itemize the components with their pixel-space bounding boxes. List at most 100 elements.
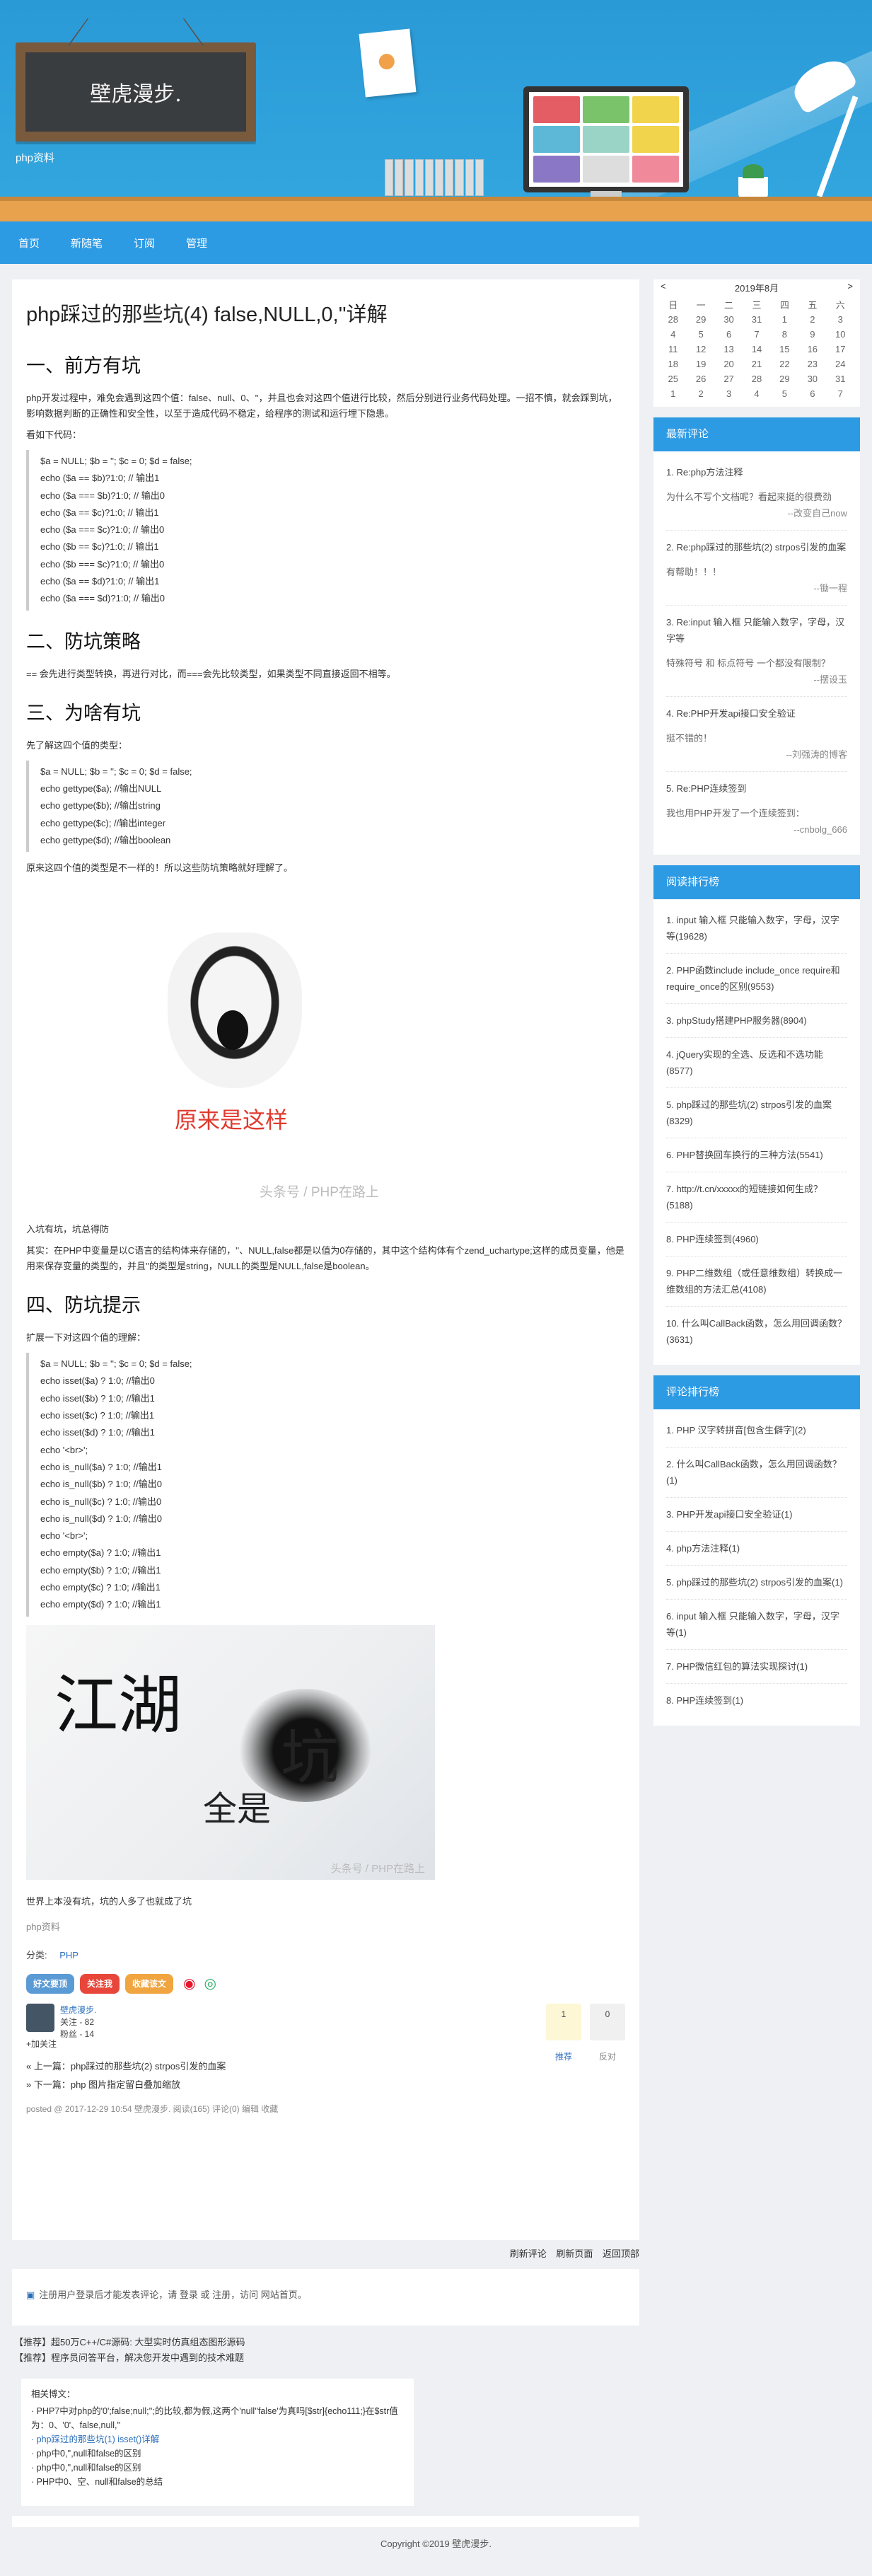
calendar-day[interactable]: 3 bbox=[827, 312, 854, 327]
calendar-day[interactable]: 17 bbox=[827, 342, 854, 357]
calendar-day[interactable]: 30 bbox=[715, 312, 743, 327]
bottom-spacer bbox=[12, 2516, 639, 2527]
calendar-day[interactable]: 18 bbox=[659, 357, 687, 371]
calendar-day[interactable]: 21 bbox=[743, 357, 770, 371]
weibo-icon[interactable]: ◉ bbox=[183, 1975, 195, 1992]
calendar-day[interactable]: 4 bbox=[743, 386, 770, 401]
recent-comment-title[interactable]: 3. Re:input 输入框 只能输入数字，字母，汉字等 bbox=[666, 614, 847, 647]
recent-comment-title[interactable]: 4. Re:PHP开发api接口安全验证 bbox=[666, 705, 847, 722]
ad-link[interactable]: 【推荐】程序员问答平台，解决您开发中遇到的技术难题 bbox=[14, 2352, 244, 2363]
recent-comment-title[interactable]: 2. Re:php踩过的那些坑(2) strpos引发的血案 bbox=[666, 539, 847, 555]
recent-comment-body: 挺不错的！ bbox=[666, 730, 847, 746]
calendar-day[interactable]: 12 bbox=[687, 342, 714, 357]
recent-comment-title[interactable]: 1. Re:php方法注释 bbox=[666, 464, 847, 480]
calendar-day[interactable]: 31 bbox=[827, 371, 854, 386]
calendar-day[interactable]: 7 bbox=[743, 327, 770, 342]
related-item[interactable]: · php中0,'',null和false的区别 bbox=[31, 2461, 404, 2475]
calendar-day[interactable]: 6 bbox=[715, 327, 743, 342]
follow-button[interactable]: 关注我 bbox=[80, 1974, 120, 1994]
read-rank-item[interactable]: 3. phpStudy搭建PHP服务器(8904) bbox=[666, 1004, 847, 1038]
refresh-comments-link[interactable]: 刷新评论 bbox=[510, 2248, 547, 2259]
read-rank-item[interactable]: 10. 什么叫CallBack函数，怎么用回调函数？(3631) bbox=[666, 1307, 847, 1356]
calendar-day[interactable]: 2 bbox=[798, 312, 826, 327]
calendar-day[interactable]: 7 bbox=[827, 386, 854, 401]
calendar-day[interactable]: 30 bbox=[798, 371, 826, 386]
calendar-day[interactable]: 29 bbox=[771, 371, 798, 386]
calendar-day[interactable]: 14 bbox=[743, 342, 770, 357]
comment-rank-item[interactable]: 5. php踩过的那些坑(2) strpos引发的血案(1) bbox=[666, 1566, 847, 1600]
read-rank-item[interactable]: 8. PHP连续签到(4960) bbox=[666, 1223, 847, 1257]
calendar-day[interactable]: 27 bbox=[715, 371, 743, 386]
read-rank-item[interactable]: 2. PHP函数include include_once require和req… bbox=[666, 954, 847, 1004]
calendar-day[interactable]: 5 bbox=[687, 327, 714, 342]
related-item[interactable]: · PHP中0、空、null和false的总结 bbox=[31, 2475, 404, 2489]
calendar-day[interactable]: 22 bbox=[771, 357, 798, 371]
calendar-day[interactable]: 19 bbox=[687, 357, 714, 371]
nav-home[interactable]: 首页 bbox=[18, 236, 40, 250]
read-rank-item[interactable]: 9. PHP二维数组（或任意维数组）转换成一维数组的方法汇总(4108) bbox=[666, 1257, 847, 1307]
calendar-day[interactable]: 5 bbox=[771, 386, 798, 401]
comment-rank-item[interactable]: 7. PHP微信红包的算法实现探讨(1) bbox=[666, 1650, 847, 1684]
avatar[interactable] bbox=[26, 2004, 54, 2032]
comment-rank-item[interactable]: 2. 什么叫CallBack函数，怎么用回调函数？(1) bbox=[666, 1448, 847, 1498]
read-rank-item[interactable]: 5. php踩过的那些坑(2) strpos引发的血案(8329) bbox=[666, 1088, 847, 1138]
prev-post-link[interactable]: « 上一篇：php踩过的那些坑(2) strpos引发的血案 bbox=[26, 2061, 226, 2072]
nav-new-post[interactable]: 新随笔 bbox=[71, 236, 103, 250]
category-link[interactable]: PHP bbox=[59, 1950, 79, 1960]
recent-comment-title[interactable]: 5. Re:PHP连续签到 bbox=[666, 780, 847, 797]
back-to-top-link[interactable]: 返回顶部 bbox=[603, 2248, 639, 2259]
author-fans: 关注 - 82 bbox=[60, 2017, 94, 2027]
calendar-day[interactable]: 15 bbox=[771, 342, 798, 357]
ad-link[interactable]: 【推荐】超50万C++/C#源码: 大型实时仿真组态图形源码 bbox=[14, 2337, 245, 2347]
wechat-icon[interactable]: ◎ bbox=[204, 1975, 216, 1992]
calendar-day[interactable]: 10 bbox=[827, 327, 854, 342]
read-rank-item[interactable]: 6. PHP替换回车换行的三种方法(5541) bbox=[666, 1138, 847, 1172]
digg-down[interactable]: 0 反对 bbox=[590, 2004, 625, 2040]
related-item[interactable]: · PHP7中对php的'0';false;null;'';的比较,都为假,这两… bbox=[31, 2404, 404, 2432]
comment-rank-item[interactable]: 8. PHP连续签到(1) bbox=[666, 1684, 847, 1717]
read-rank-item[interactable]: 7. http://t.cn/xxxxx的短链接如何生成？(5188) bbox=[666, 1172, 847, 1223]
related-item[interactable]: · php中0,'',null和false的区别 bbox=[31, 2447, 404, 2461]
comment-rank-item[interactable]: 3. PHP开发api接口安全验证(1) bbox=[666, 1498, 847, 1532]
calendar-day[interactable]: 8 bbox=[771, 327, 798, 342]
calendar-day[interactable]: 24 bbox=[827, 357, 854, 371]
calendar-day[interactable]: 3 bbox=[715, 386, 743, 401]
site-title[interactable]: 壁虎漫步. bbox=[90, 76, 182, 108]
calendar-day[interactable]: 16 bbox=[798, 342, 826, 357]
recommend-button[interactable]: 好文要顶 bbox=[26, 1974, 74, 1994]
next-month-icon[interactable]: > bbox=[847, 281, 853, 294]
calendar-day[interactable]: 31 bbox=[743, 312, 770, 327]
calendar-day[interactable]: 2 bbox=[687, 386, 714, 401]
refresh-page-link[interactable]: 刷新页面 bbox=[556, 2248, 593, 2259]
prev-month-icon[interactable]: < bbox=[661, 281, 666, 294]
calendar-day[interactable]: 1 bbox=[659, 386, 687, 401]
author-name[interactable]: 壁虎漫步. bbox=[60, 2005, 96, 2015]
add-follow-link[interactable]: +加关注 bbox=[26, 2038, 57, 2050]
calendar-day[interactable]: 20 bbox=[715, 357, 743, 371]
widget-title: 评论排行榜 bbox=[653, 1375, 860, 1409]
calendar-day[interactable]: 6 bbox=[798, 386, 826, 401]
calendar-day[interactable]: 25 bbox=[659, 371, 687, 386]
read-rank-item[interactable]: 4. jQuery实现的全选、反选和不选功能(8577) bbox=[666, 1038, 847, 1088]
related-item[interactable]: · php踩过的那些坑(1) isset()详解 bbox=[31, 2432, 404, 2447]
comment-rank-item[interactable]: 1. PHP 汉字转拼音[包含生僻字](2) bbox=[666, 1414, 847, 1448]
calendar-day[interactable]: 13 bbox=[715, 342, 743, 357]
calendar-day[interactable]: 4 bbox=[659, 327, 687, 342]
nav-admin[interactable]: 管理 bbox=[186, 236, 207, 250]
calendar-day[interactable]: 1 bbox=[771, 312, 798, 327]
next-post-link[interactable]: » 下一篇：php 图片指定留白叠加缩放 bbox=[26, 2079, 180, 2090]
favorite-button[interactable]: 收藏该文 bbox=[125, 1974, 173, 1994]
post-title[interactable]: php踩过的那些坑(4) false,NULL,0,''详解 bbox=[26, 304, 388, 326]
digg-up[interactable]: 1 推荐 bbox=[546, 2004, 581, 2040]
calendar-day[interactable]: 23 bbox=[798, 357, 826, 371]
comment-rank-item[interactable]: 6. input 输入框 只能输入数字，字母，汉字等(1) bbox=[666, 1600, 847, 1650]
calendar-day[interactable]: 11 bbox=[659, 342, 687, 357]
calendar-day[interactable]: 28 bbox=[659, 312, 687, 327]
comment-rank-item[interactable]: 4. php方法注释(1) bbox=[666, 1532, 847, 1566]
calendar-day[interactable]: 26 bbox=[687, 371, 714, 386]
read-rank-item[interactable]: 1. input 输入框 只能输入数字，字母，汉字等(19628) bbox=[666, 903, 847, 954]
nav-subscribe[interactable]: 订阅 bbox=[134, 236, 155, 250]
calendar-day[interactable]: 28 bbox=[743, 371, 770, 386]
calendar-day[interactable]: 29 bbox=[687, 312, 714, 327]
calendar-day[interactable]: 9 bbox=[798, 327, 826, 342]
